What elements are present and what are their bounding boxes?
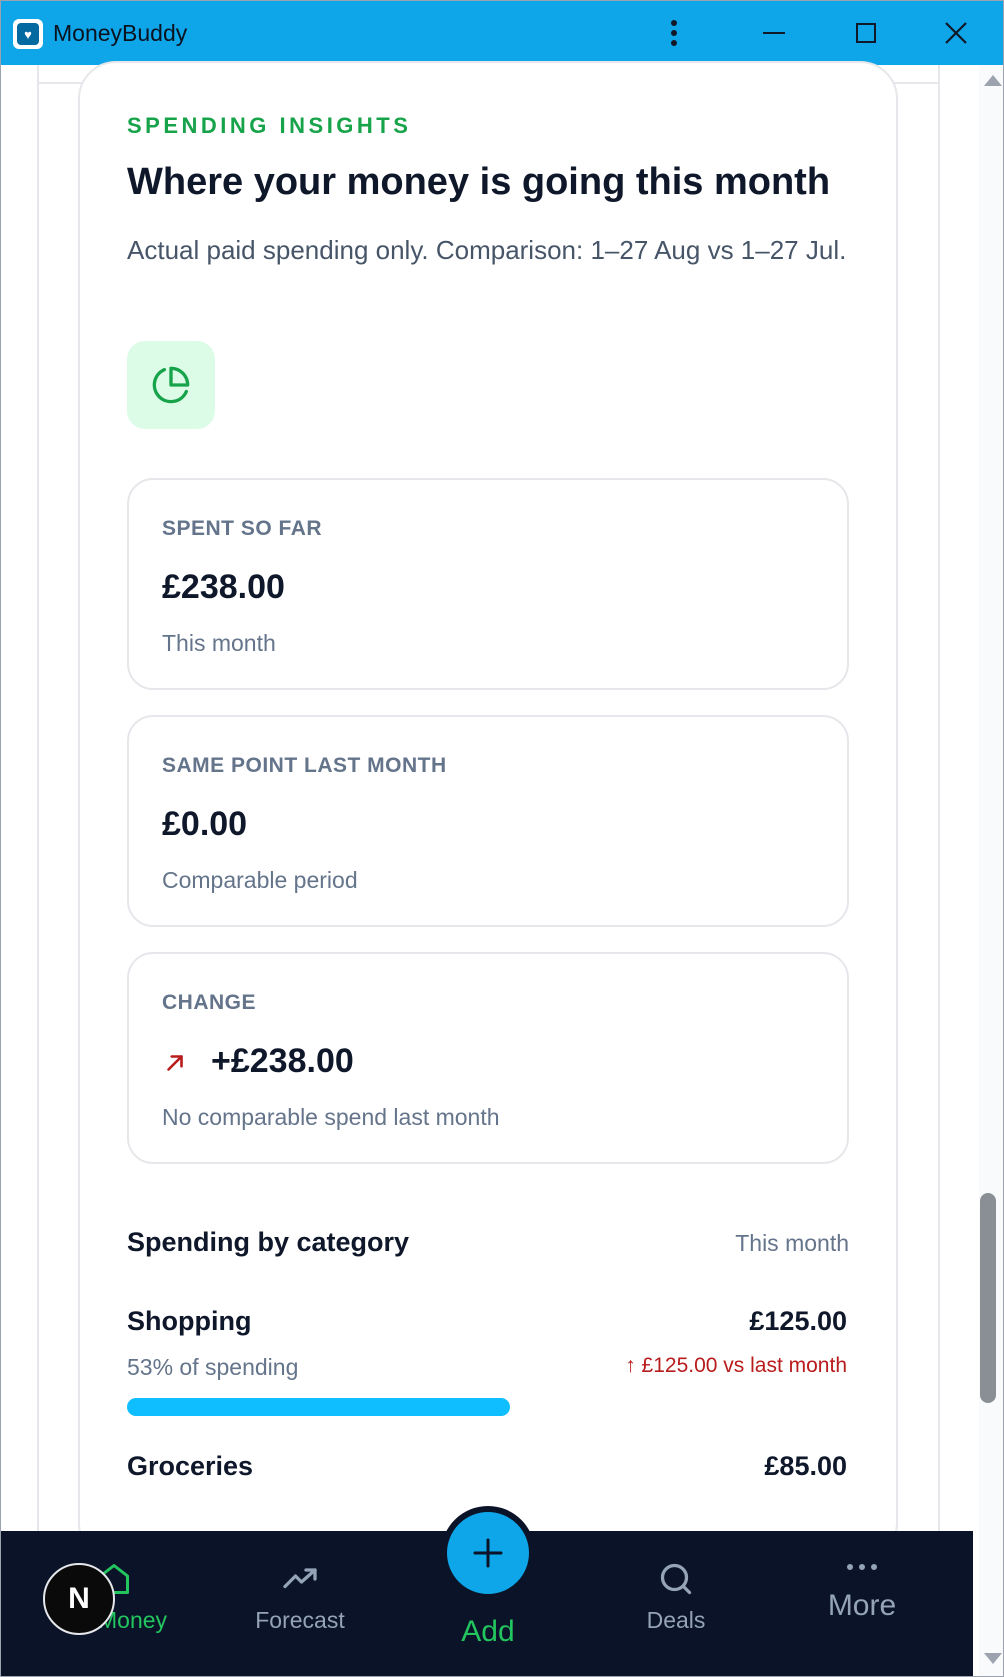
category-name: Shopping — [127, 1306, 252, 1336]
pie-chart-badge — [127, 341, 215, 429]
nav-label: More — [827, 1589, 897, 1622]
category-amount: £125.00 — [749, 1306, 847, 1336]
vertical-scrollbar[interactable] — [979, 65, 1003, 1676]
page-title: Where your money is going this month — [127, 161, 831, 203]
more-horizontal-icon — [847, 1564, 877, 1570]
category-section-title: Spending by category — [127, 1227, 410, 1257]
stat-label: CHANGE — [162, 991, 257, 1014]
nav-label: Forecast — [255, 1607, 345, 1633]
nav-label-add: Add — [461, 1615, 515, 1648]
app-window: ♥ MoneyBuddy SPENDING INSIGHTS Where you… — [0, 0, 1004, 1677]
stat-card-last-month: SAME POINT LAST MONTH £0.00 Comparable p… — [127, 715, 849, 927]
plus-icon — [473, 1538, 503, 1568]
minimize-icon — [763, 32, 785, 34]
stat-note: Comparable period — [162, 867, 358, 893]
category-progress-track — [127, 1398, 849, 1416]
close-button[interactable] — [931, 9, 981, 57]
minimize-button[interactable] — [749, 9, 799, 57]
category-delta: ↑ £125.00 vs last month — [625, 1354, 847, 1377]
category-header: Spending by category This month — [127, 1227, 849, 1258]
category-name: Groceries — [127, 1451, 254, 1481]
scroll-up-arrow-icon[interactable] — [984, 75, 1002, 86]
app-logo-icon: ♥ — [13, 19, 43, 49]
section-eyebrow: SPENDING INSIGHTS — [127, 113, 412, 138]
search-icon — [660, 1563, 692, 1595]
stat-value: £0.00 — [162, 805, 248, 843]
stat-note: This month — [162, 630, 276, 656]
insights-description: Actual paid spending only. Comparison: 1… — [127, 235, 847, 265]
stat-note: No comparable spend last month — [162, 1104, 500, 1130]
stat-value: +£238.00 — [211, 1042, 354, 1080]
maximize-button[interactable] — [841, 9, 891, 57]
stat-label: SAME POINT LAST MONTH — [162, 754, 447, 777]
nav-item-more[interactable]: More — [777, 1561, 947, 1661]
nav-item-forecast[interactable]: Forecast — [215, 1561, 385, 1661]
stat-card-change: CHANGE +£238.00 No comparable spend last… — [127, 952, 849, 1164]
stat-value: £238.00 — [162, 568, 285, 606]
category-share: 53% of spending — [127, 1354, 299, 1380]
close-icon — [945, 22, 967, 44]
add-button[interactable] — [441, 1506, 535, 1600]
arrow-up-right-icon — [167, 1055, 183, 1071]
window-menu-button[interactable] — [649, 9, 699, 57]
trending-up-icon — [283, 1568, 317, 1589]
pie-chart-icon — [152, 366, 190, 404]
dev-tools-badge[interactable]: N — [43, 1563, 115, 1635]
stat-card-spent: SPENT SO FAR £238.00 This month — [127, 478, 849, 690]
category-progress-fill — [127, 1398, 510, 1416]
scrollbar-thumb[interactable] — [980, 1193, 996, 1403]
kebab-menu-icon — [671, 20, 677, 46]
category-amount: £85.00 — [764, 1451, 847, 1481]
scroll-down-arrow-icon[interactable] — [984, 1653, 1002, 1664]
nav-label: Deals — [646, 1607, 706, 1633]
nav-item-deals[interactable]: Deals — [591, 1561, 761, 1661]
window-title: MoneyBuddy — [53, 20, 188, 46]
category-period: This month — [735, 1230, 849, 1256]
stat-label: SPENT SO FAR — [162, 517, 323, 540]
maximize-icon — [856, 23, 876, 43]
title-bar: ♥ MoneyBuddy — [1, 1, 1003, 65]
